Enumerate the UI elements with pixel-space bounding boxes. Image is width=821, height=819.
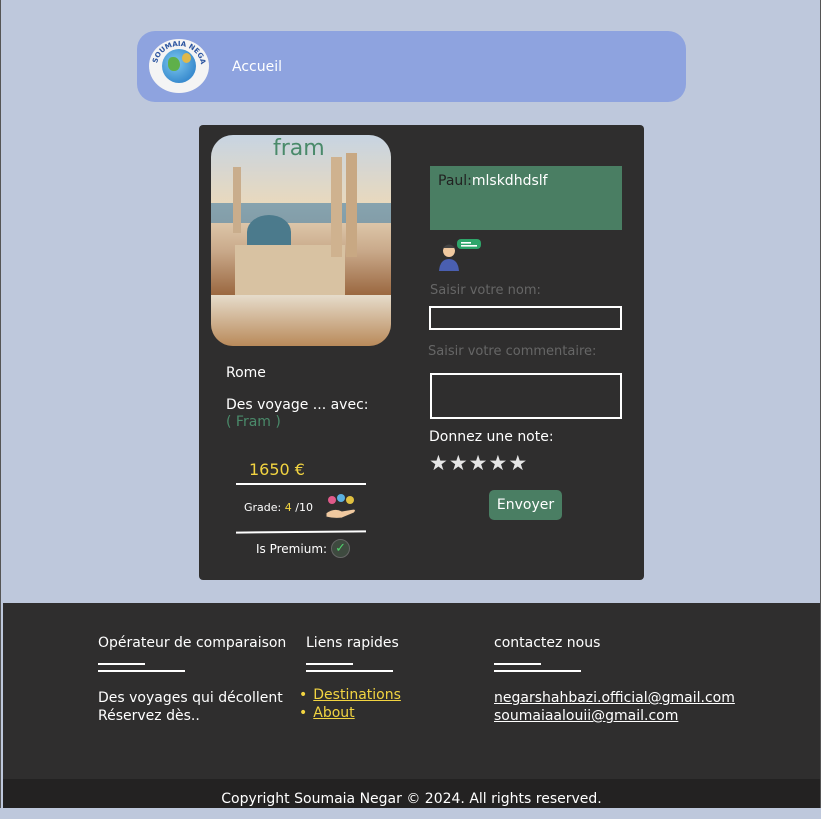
email-link[interactable]: negarshahbazi.official@gmail.com <box>494 689 735 707</box>
copyright: Copyright Soumaia Negar © 2024. All righ… <box>3 779 820 808</box>
comment-author: Paul: <box>438 173 472 189</box>
title-underline <box>494 663 600 672</box>
footer-column-contact: contactez nous <box>494 635 600 672</box>
star-rating: ★ ★ ★ ★ ★ <box>429 451 528 475</box>
footer-tagline: Des voyages qui décollent Réservez dès.. <box>98 689 283 725</box>
comment-label: Saisir votre commentaire: <box>428 344 597 359</box>
globe-icon <box>162 49 196 83</box>
grade-max: /10 <box>295 501 313 514</box>
link-about[interactable]: About <box>313 705 354 721</box>
check-icon: ✓ <box>331 539 351 558</box>
user-chat-icon <box>439 239 481 271</box>
nav-link-accueil[interactable]: Accueil <box>232 59 282 75</box>
description-label: Des voyage ... avec: <box>226 397 369 413</box>
star-icon[interactable]: ★ <box>488 451 508 475</box>
premium-label: Is Premium: <box>256 541 328 556</box>
quick-links-list: Destinations About <box>299 686 401 722</box>
title-underline <box>98 663 286 672</box>
price: 1650 € <box>249 460 305 479</box>
name-input[interactable] <box>429 306 622 330</box>
star-icon[interactable]: ★ <box>469 451 489 475</box>
star-icon[interactable]: ★ <box>449 451 469 475</box>
footer-title: Liens rapides <box>306 635 399 651</box>
destination-description: Des voyage ... avec: ( Fram ) <box>226 397 369 431</box>
name-label: Saisir votre nom: <box>430 283 541 298</box>
destination-card: Rome Des voyage ... avec: ( Fram ) 1650 … <box>199 125 644 580</box>
navbar: SOUMAIA NEGAR Accueil <box>137 31 686 102</box>
email-link[interactable]: soumaiaalouii@gmail.com <box>494 707 735 725</box>
hand-gems-icon <box>325 494 356 519</box>
rating-label: Donnez une note: <box>429 429 554 445</box>
divider <box>235 530 367 534</box>
title-underline <box>306 663 399 672</box>
guide-name: ( Fram ) <box>226 414 281 430</box>
premium-status: Is Premium: ✓ <box>256 539 351 558</box>
tagline-line-2: Réservez dès.. <box>98 708 200 724</box>
destination-photo <box>211 135 391 346</box>
star-icon[interactable]: ★ <box>508 451 528 475</box>
destination-name: Rome <box>226 365 266 381</box>
link-destinations[interactable]: Destinations <box>313 687 401 703</box>
star-icon[interactable]: ★ <box>429 451 449 475</box>
comment-item: Paul:mlskdhdslf <box>430 166 622 230</box>
footer-column-about: Opérateur de comparaison <box>98 635 286 672</box>
comment-text: mlskdhdslf <box>471 173 548 189</box>
comment-input[interactable] <box>430 373 622 419</box>
send-button[interactable]: Envoyer <box>489 490 562 520</box>
contact-emails: negarshahbazi.official@gmail.com soumaia… <box>494 689 735 725</box>
footer-title: Opérateur de comparaison <box>98 635 287 651</box>
grade: Grade: 4 /10 <box>244 501 313 514</box>
grade-value: 4 <box>284 501 292 514</box>
site-logo[interactable]: SOUMAIA NEGAR <box>149 39 209 93</box>
tagline-line-1: Des voyages qui décollent <box>98 690 283 706</box>
list-item: About <box>299 704 401 722</box>
footer-column-links: Liens rapides <box>306 635 399 672</box>
divider <box>236 483 366 485</box>
footer: Opérateur de comparaison Des voyages qui… <box>3 603 820 808</box>
grade-label: Grade: <box>244 501 282 514</box>
list-item: Destinations <box>299 686 401 704</box>
reviewer-name: fram <box>273 136 325 161</box>
footer-title: contactez nous <box>494 635 601 651</box>
